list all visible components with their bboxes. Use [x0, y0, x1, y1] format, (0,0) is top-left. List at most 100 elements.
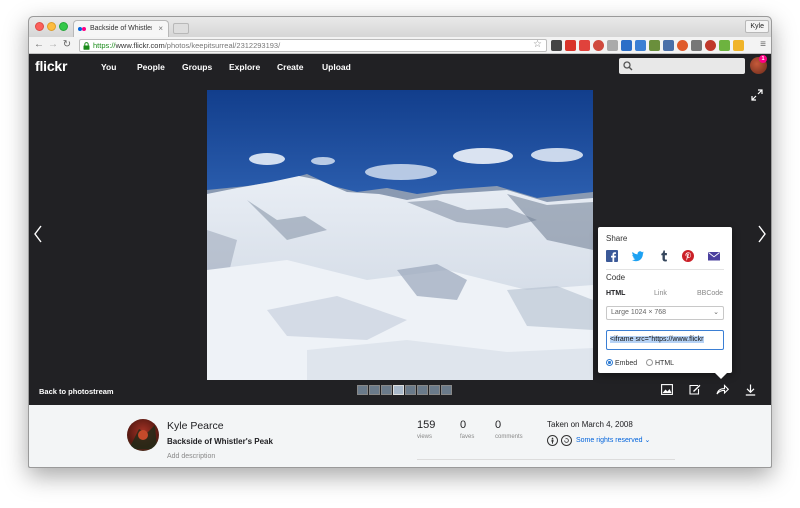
- embed-radio-label: Embed: [615, 360, 638, 367]
- comments-label: comments: [495, 434, 523, 440]
- email-icon[interactable]: [708, 250, 720, 262]
- code-tab-bbcode[interactable]: BBCode: [697, 290, 723, 297]
- previous-photo-arrow-icon[interactable]: [33, 225, 43, 243]
- extension-grid-icon[interactable]: [663, 40, 674, 51]
- filmstrip-thumb[interactable]: [381, 385, 392, 395]
- filmstrip-thumb[interactable]: [369, 385, 380, 395]
- chevron-down-icon: ⌄: [713, 309, 719, 316]
- bookmark-star-icon[interactable]: ☆: [533, 38, 542, 51]
- nav-create[interactable]: Create: [277, 62, 303, 72]
- filmstrip-thumb[interactable]: [405, 385, 416, 395]
- comments-count: 0: [495, 419, 502, 431]
- share-divider: [606, 269, 724, 270]
- extension-lastpass-icon[interactable]: [565, 40, 576, 51]
- url-path: /photos/keepitsurreal/2312293193/: [164, 41, 281, 50]
- owner-name-link[interactable]: Kyle Pearce: [167, 420, 224, 432]
- size-select-value: Large 1024 × 768: [611, 309, 667, 316]
- filmstrip-thumb[interactable]: [429, 385, 440, 395]
- flickr-logo[interactable]: flickr: [35, 58, 67, 74]
- code-heading: Code: [606, 273, 626, 282]
- profile-button[interactable]: Kyle: [745, 20, 769, 33]
- html-radio[interactable]: HTML: [646, 359, 674, 368]
- nav-explore[interactable]: Explore: [229, 62, 260, 72]
- extension-red-icon[interactable]: [705, 40, 716, 51]
- extension-gray-shield-icon[interactable]: [607, 40, 618, 51]
- nav-people[interactable]: People: [137, 62, 165, 72]
- code-tab-html[interactable]: HTML: [606, 290, 625, 297]
- lock-icon: [83, 42, 90, 50]
- owner-avatar[interactable]: [127, 419, 159, 451]
- close-window-button[interactable]: [35, 22, 44, 31]
- share-icon[interactable]: [716, 384, 729, 395]
- twitter-icon[interactable]: [632, 250, 644, 262]
- extension-plus-icon[interactable]: [593, 40, 604, 51]
- tab-close-icon[interactable]: ×: [158, 21, 163, 37]
- faves-count: 0: [460, 419, 467, 431]
- new-tab-button[interactable]: [173, 23, 189, 34]
- nav-groups[interactable]: Groups: [182, 62, 212, 72]
- url-scheme: https://: [93, 41, 116, 50]
- code-tab-link[interactable]: Link: [654, 290, 667, 297]
- zoom-window-button[interactable]: [59, 22, 68, 31]
- extension-v-icon[interactable]: [621, 40, 632, 51]
- extension-pocket-icon[interactable]: [579, 40, 590, 51]
- tumblr-icon[interactable]: [658, 250, 670, 262]
- filmstrip-thumb-current[interactable]: [393, 385, 404, 395]
- tab-strip: Backside of Whistler's Peak × Kyle: [29, 17, 771, 37]
- url-host: www.flickr.com: [115, 41, 165, 50]
- tab-title: Backside of Whistler's Peak: [90, 25, 152, 32]
- facebook-icon[interactable]: [606, 250, 618, 262]
- attribution-icon: [547, 435, 558, 446]
- nav-upload[interactable]: Upload: [322, 62, 351, 72]
- extension-shield-icon[interactable]: [551, 40, 562, 51]
- fullscreen-expand-icon[interactable]: [751, 89, 763, 101]
- filmstrip-thumb[interactable]: [417, 385, 428, 395]
- flickr-nav: flickr You People Groups Explore Create …: [29, 54, 771, 79]
- search-icon: [623, 61, 633, 71]
- extension-tool-icon[interactable]: [649, 40, 660, 51]
- extension-green-icon[interactable]: [719, 40, 730, 51]
- radio-checked-icon: [606, 359, 613, 366]
- embed-radio[interactable]: Embed: [606, 359, 637, 368]
- extension-notes-icon[interactable]: [733, 40, 744, 51]
- browser-menu-icon[interactable]: ≡: [757, 39, 769, 51]
- main-photo[interactable]: [207, 90, 593, 380]
- filmstrip-thumb[interactable]: [357, 385, 368, 395]
- browser-tab[interactable]: Backside of Whistler's Peak ×: [73, 20, 169, 37]
- html-radio-label: HTML: [655, 360, 675, 367]
- search-input[interactable]: [619, 58, 745, 74]
- extension-orange-icon[interactable]: [677, 40, 688, 51]
- views-label: views: [417, 434, 433, 440]
- next-photo-arrow-icon[interactable]: [757, 225, 767, 243]
- photo-info: Kyle Pearce Backside of Whistler's Peak …: [29, 405, 771, 467]
- browser-window: Backside of Whistler's Peak × Kyle ← → ↻…: [28, 16, 772, 468]
- faves-label: faves: [460, 434, 475, 440]
- taken-date[interactable]: Taken on March 4, 2008: [547, 420, 633, 429]
- chevron-down-icon: ⌄: [644, 437, 651, 444]
- views-count: 159: [417, 419, 436, 431]
- minimize-window-button[interactable]: [47, 22, 56, 31]
- add-description-link[interactable]: Add description: [167, 453, 215, 460]
- some-rights-reserved-link[interactable]: Some rights reserved ⌄: [576, 436, 650, 444]
- rights-label: Some rights reserved: [576, 437, 643, 444]
- info-divider: [417, 459, 675, 460]
- nav-you[interactable]: You: [101, 62, 116, 72]
- radio-unchecked-icon: [646, 359, 653, 366]
- embed-code-field[interactable]: <iframe src="https://www.flickr: [606, 330, 724, 350]
- notification-badge[interactable]: 1: [759, 55, 767, 63]
- forward-arrow-icon[interactable]: →: [47, 39, 59, 51]
- address-bar[interactable]: https://www.flickr.com/photos/keepitsurr…: [79, 39, 547, 52]
- download-icon[interactable]: [745, 384, 756, 396]
- extension-s-icon[interactable]: [691, 40, 702, 51]
- back-arrow-icon[interactable]: ←: [33, 39, 45, 51]
- extension-mail-icon[interactable]: [635, 40, 646, 51]
- share-heading: Share: [606, 234, 628, 243]
- image-sizes-icon[interactable]: [661, 384, 673, 395]
- filmstrip-thumb[interactable]: [441, 385, 452, 395]
- pinterest-icon[interactable]: [682, 250, 694, 262]
- edit-icon[interactable]: [689, 384, 701, 395]
- share-popup: Share Code HTML Link BBCode Large 1024 ×…: [598, 227, 732, 379]
- back-to-photostream-link[interactable]: Back to photostream: [39, 387, 114, 396]
- size-select[interactable]: Large 1024 × 768 ⌄: [606, 306, 724, 320]
- reload-icon[interactable]: ↻: [61, 39, 73, 51]
